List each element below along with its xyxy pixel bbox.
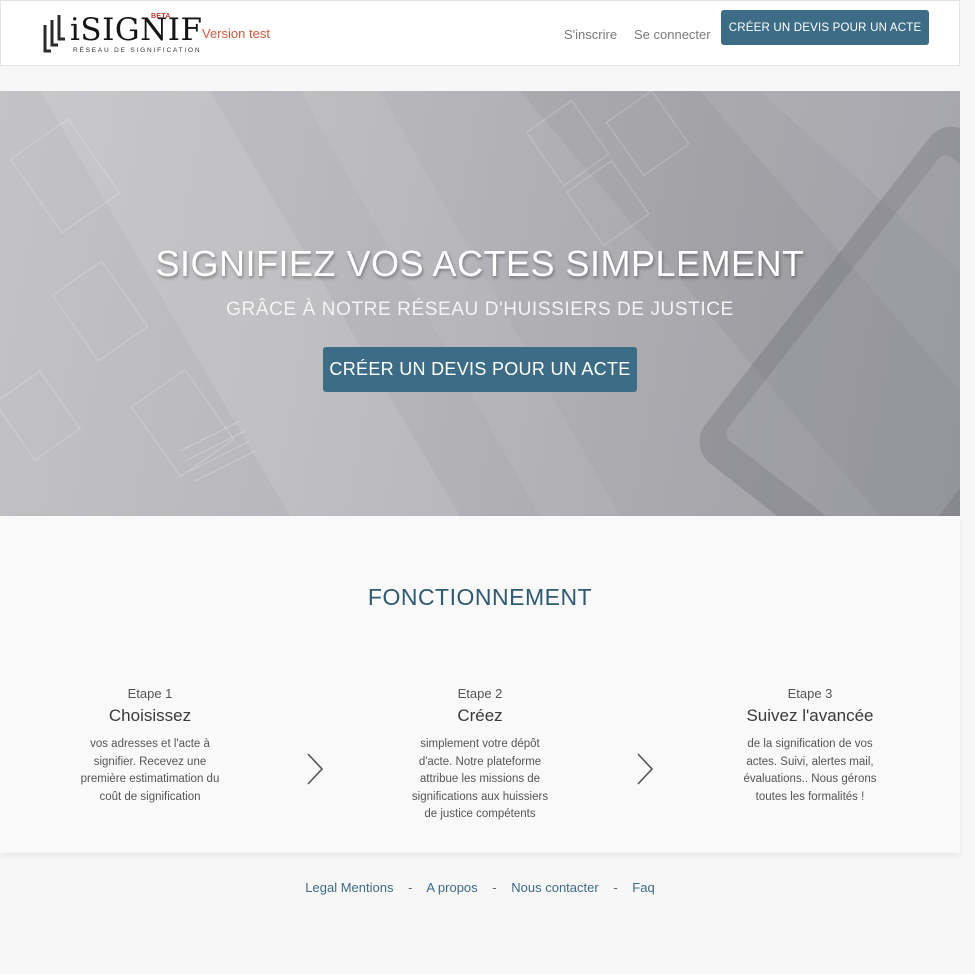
step-title: Suivez l'avancée bbox=[746, 706, 874, 725]
chevron-right-icon bbox=[637, 753, 654, 785]
top-navbar: iSIGNIF BETA RÉSEAU DE SIGNIFICATION Ver… bbox=[0, 0, 960, 66]
version-label: Version test bbox=[202, 26, 270, 41]
hero-subtitle: GRÂCE À NOTRE RÉSEAU D'HUISSIERS DE JUST… bbox=[226, 299, 734, 320]
footer-link-contact[interactable]: Nous contacter bbox=[511, 880, 598, 895]
logo-tagline: RÉSEAU DE SIGNIFICATION bbox=[73, 47, 202, 54]
hero-create-quote-button[interactable]: CRÉER UN DEVIS POUR UN ACTE bbox=[323, 347, 637, 392]
footer-link-faq[interactable]: Faq bbox=[632, 880, 654, 895]
hero-title: SIGNIFIEZ VOS ACTES SIMPLEMENT bbox=[155, 243, 805, 284]
step-3: Etape 3 Suivez l'avancée de la significa… bbox=[740, 686, 880, 806]
step-label: Etape 1 bbox=[127, 686, 173, 701]
chevron-right-icon bbox=[307, 753, 324, 785]
footer-links: Legal Mentions - A propos - Nous contact… bbox=[0, 880, 960, 895]
step-title: Choisissez bbox=[108, 706, 192, 725]
step-description: simplement votre dépôt d'acte. Notre pla… bbox=[411, 738, 549, 820]
footer-link-legal-mentions[interactable]: Legal Mentions bbox=[305, 880, 393, 895]
step-title: Créez bbox=[457, 706, 503, 725]
hero-banner: SIGNIFIEZ VOS ACTES SIMPLEMENT GRÂCE À N… bbox=[0, 91, 960, 516]
footer-separator: - bbox=[492, 880, 497, 895]
section-title: FONCTIONNEMENT bbox=[367, 584, 593, 610]
logo-beta-badge: BETA bbox=[151, 13, 171, 20]
signup-link[interactable]: S'inscrire bbox=[564, 27, 617, 42]
logo-mark-icon bbox=[43, 15, 65, 53]
step-2: Etape 2 Créez simplement votre dépôt d'a… bbox=[410, 686, 550, 824]
step-label: Etape 2 bbox=[457, 686, 503, 701]
step-label: Etape 3 bbox=[787, 686, 833, 701]
how-it-works-section: FONCTIONNEMENT Etape 1 Choisissez vos ad… bbox=[0, 516, 960, 853]
footer-separator: - bbox=[613, 880, 618, 895]
header-create-quote-button[interactable]: CRÉER UN DEVIS POUR UN ACTE bbox=[721, 10, 929, 45]
logo-wordmark: iSIGNIF bbox=[70, 12, 203, 48]
footer-separator: - bbox=[408, 880, 413, 895]
isignif-logo[interactable]: iSIGNIF BETA RÉSEAU DE SIGNIFICATION bbox=[43, 13, 202, 55]
step-description: vos adresses et l'acte à signifier. Rece… bbox=[80, 738, 220, 803]
login-link[interactable]: Se connecter bbox=[634, 27, 711, 42]
footer-link-about[interactable]: A propos bbox=[426, 880, 477, 895]
step-description: de la signification de vos actes. Suivi,… bbox=[743, 738, 877, 803]
step-1: Etape 1 Choisissez vos adresses et l'act… bbox=[80, 686, 220, 806]
